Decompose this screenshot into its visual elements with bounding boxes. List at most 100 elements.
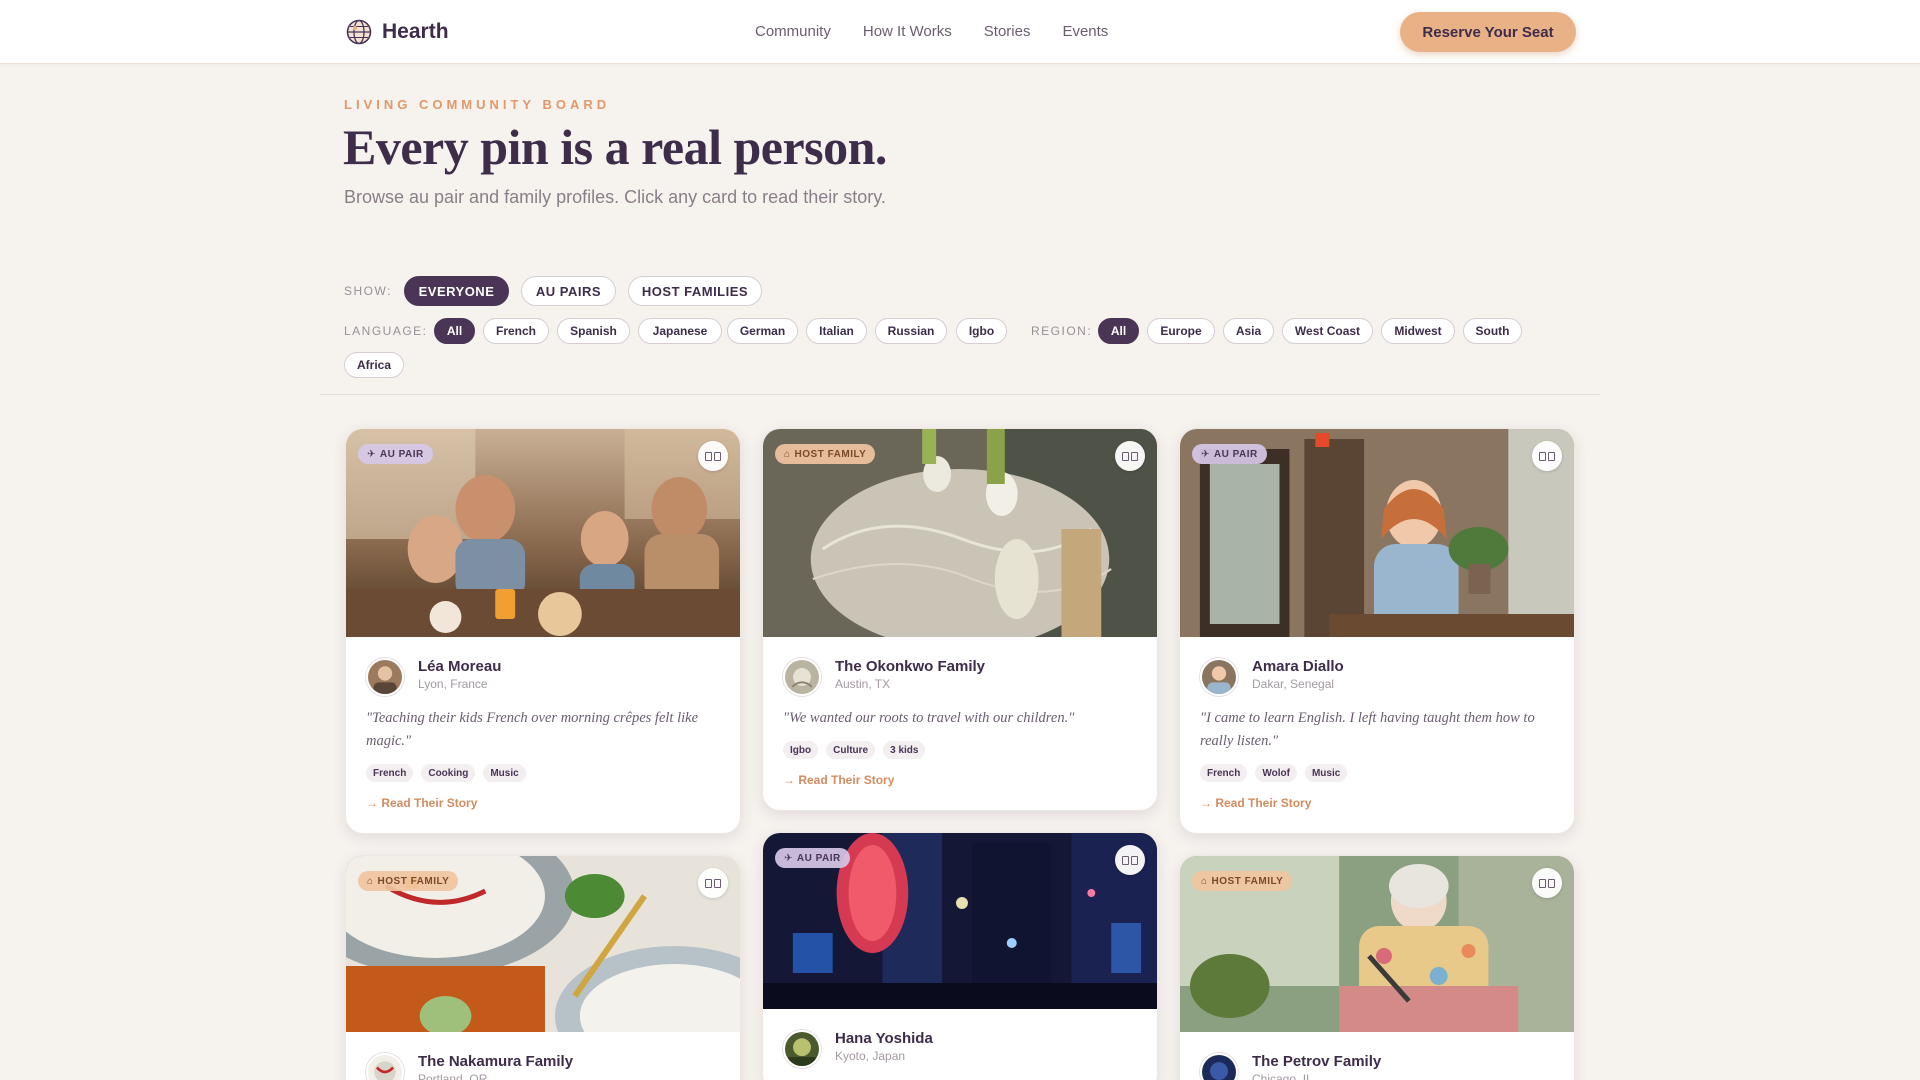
- nav-link-community[interactable]: Community: [755, 23, 831, 40]
- au-pair-badge: ✈ AU PAIR: [358, 444, 433, 464]
- region-filter-west-coast[interactable]: West Coast: [1282, 318, 1373, 344]
- tag: Igbo: [783, 741, 819, 759]
- reserve-seat-button[interactable]: Reserve Your Seat: [1400, 12, 1576, 52]
- bookmark-button[interactable]: [1115, 441, 1145, 471]
- read-story-label: Read Their Story: [798, 773, 895, 787]
- profile-card[interactable]: ✈ AU PAIR Léa Moreau Lyon, France "Teach…: [345, 428, 741, 834]
- card-photo: ⌂ HOST FAMILY: [1180, 856, 1574, 1032]
- read-story-link[interactable]: → Read Their Story: [1200, 796, 1311, 810]
- tag-list: French Wolof Music: [1200, 764, 1348, 782]
- avatar: [783, 1030, 821, 1068]
- bookmark-button[interactable]: [1532, 868, 1562, 898]
- plane-icon: ✈: [367, 448, 376, 460]
- language-filter-spanish[interactable]: Spanish: [557, 318, 630, 344]
- arrow-right-icon: →: [783, 773, 799, 787]
- nav-link-how-it-works[interactable]: How It Works: [863, 23, 952, 40]
- read-story-label: Read Their Story: [381, 796, 478, 810]
- language-filter-japanese[interactable]: Japanese: [638, 318, 722, 344]
- language-filter-german[interactable]: German: [727, 318, 798, 344]
- bookmark-button[interactable]: [1115, 845, 1145, 875]
- brand[interactable]: Hearth: [346, 19, 449, 45]
- badge-label: HOST FAMILY: [1211, 875, 1284, 887]
- profile-name: The Petrov Family: [1252, 1053, 1382, 1070]
- badge-label: AU PAIR: [379, 448, 424, 460]
- region-filter-midwest[interactable]: Midwest: [1381, 318, 1455, 344]
- profile-card[interactable]: ⌂ HOST FAMILY The Nakamura Family Portla…: [345, 855, 741, 1080]
- bookmark-button[interactable]: [698, 868, 728, 898]
- badge-label: HOST FAMILY: [794, 448, 867, 460]
- arrow-right-icon: →: [1200, 796, 1216, 810]
- profile-name: Amara Diallo: [1252, 658, 1344, 675]
- badge-label: AU PAIR: [1213, 448, 1258, 460]
- language-filter-french[interactable]: French: [483, 318, 549, 344]
- show-filter-everyone[interactable]: EVERYONE: [404, 276, 509, 306]
- region-filter-asia[interactable]: Asia: [1223, 318, 1274, 344]
- host-family-badge: ⌂ HOST FAMILY: [775, 444, 876, 464]
- read-story-link[interactable]: → Read Their Story: [366, 796, 477, 810]
- top-nav: Hearth Community How It Works Stories Ev…: [0, 0, 1920, 64]
- nav-link-stories[interactable]: Stories: [984, 23, 1031, 40]
- region-filter-africa[interactable]: Africa: [344, 352, 404, 378]
- profile-quote: "We wanted our roots to travel with our …: [783, 710, 1075, 726]
- profile-location: Kyoto, Japan: [835, 1049, 906, 1063]
- profile-name: Hana Yoshida: [835, 1030, 933, 1047]
- bookmark-icon: [1548, 451, 1555, 461]
- card-photo: ⌂ HOST FAMILY: [763, 429, 1157, 637]
- region-filter-all[interactable]: All: [1098, 318, 1139, 344]
- bookmark-button[interactable]: [1532, 441, 1562, 471]
- bookmark-icon: [714, 451, 721, 461]
- avatar: [1200, 658, 1238, 696]
- bookmark-icon: [705, 451, 712, 461]
- show-filter-au-pairs[interactable]: AU PAIRS: [521, 276, 616, 306]
- tag-list: French Cooking Music: [366, 764, 526, 782]
- nav-link-events[interactable]: Events: [1062, 23, 1108, 40]
- tag: Cooking: [421, 764, 476, 782]
- profile-card[interactable]: ✈ AU PAIR Hana Yoshida Kyoto, Japan: [762, 832, 1158, 1080]
- profile-card[interactable]: ✈ AU PAIR Amara Diallo Dakar, Senegal "I…: [1179, 428, 1575, 834]
- avatar: [783, 658, 821, 696]
- au-pair-badge: ✈ AU PAIR: [775, 848, 850, 868]
- plane-icon: ✈: [784, 852, 793, 864]
- brand-name: Hearth: [382, 20, 449, 43]
- tag: Music: [1304, 764, 1348, 782]
- bookmark-button[interactable]: [698, 441, 728, 471]
- language-filter-igbo[interactable]: Igbo: [956, 318, 1007, 344]
- card-photo: ✈ AU PAIR: [346, 429, 740, 637]
- nav-links: Community How It Works Stories Events: [755, 23, 1108, 40]
- profile-location: Dakar, Senegal: [1252, 677, 1335, 691]
- card-photo: ✈ AU PAIR: [1180, 429, 1574, 637]
- avatar: [366, 658, 404, 696]
- language-filter-italian[interactable]: Italian: [806, 318, 867, 344]
- language-filter-russian[interactable]: Russian: [875, 318, 947, 344]
- profile-quote: "Teaching their kids French over morning…: [366, 710, 698, 749]
- read-story-link[interactable]: → Read Their Story: [783, 773, 894, 787]
- bookmark-icon: [1539, 878, 1546, 888]
- profile-location: Austin, TX: [835, 677, 891, 691]
- badge-label: HOST FAMILY: [377, 875, 450, 887]
- house-icon: ⌂: [367, 875, 374, 887]
- language-filter-all[interactable]: All: [434, 318, 475, 344]
- bookmark-icon: [714, 878, 721, 888]
- profile-quote: "I came to learn English. I left having …: [1200, 710, 1535, 749]
- region-filter-europe[interactable]: Europe: [1147, 318, 1215, 344]
- profile-name: The Nakamura Family: [418, 1053, 574, 1070]
- tag: Music: [483, 764, 526, 782]
- au-pair-badge: ✈ AU PAIR: [1192, 444, 1267, 464]
- profile-name: Léa Moreau: [418, 658, 502, 675]
- profile-card[interactable]: ⌂ HOST FAMILY The Okonkwo Family Austin,…: [762, 428, 1158, 811]
- show-filter-host-families[interactable]: HOST FAMILIES: [628, 276, 762, 306]
- house-icon: ⌂: [1201, 875, 1208, 887]
- bookmark-icon: [1548, 878, 1555, 888]
- globe-logo-icon: [346, 19, 372, 45]
- region-filter-south[interactable]: South: [1463, 318, 1522, 344]
- card-photo: ✈ AU PAIR: [763, 833, 1157, 1009]
- profile-location: Lyon, France: [418, 677, 488, 691]
- bookmark-icon: [1131, 451, 1138, 461]
- host-family-badge: ⌂ HOST FAMILY: [1192, 871, 1293, 891]
- profile-location: Chicago, IL: [1252, 1072, 1313, 1080]
- profile-location: Portland, OR: [418, 1072, 488, 1080]
- badge-label: AU PAIR: [796, 852, 841, 864]
- profile-card[interactable]: ⌂ HOST FAMILY The Petrov Family Chicago,…: [1179, 855, 1575, 1080]
- hero-eyebrow: LIVING COMMUNITY BOARD: [344, 97, 611, 112]
- hero-subtitle: Browse au pair and family profiles. Clic…: [344, 187, 886, 207]
